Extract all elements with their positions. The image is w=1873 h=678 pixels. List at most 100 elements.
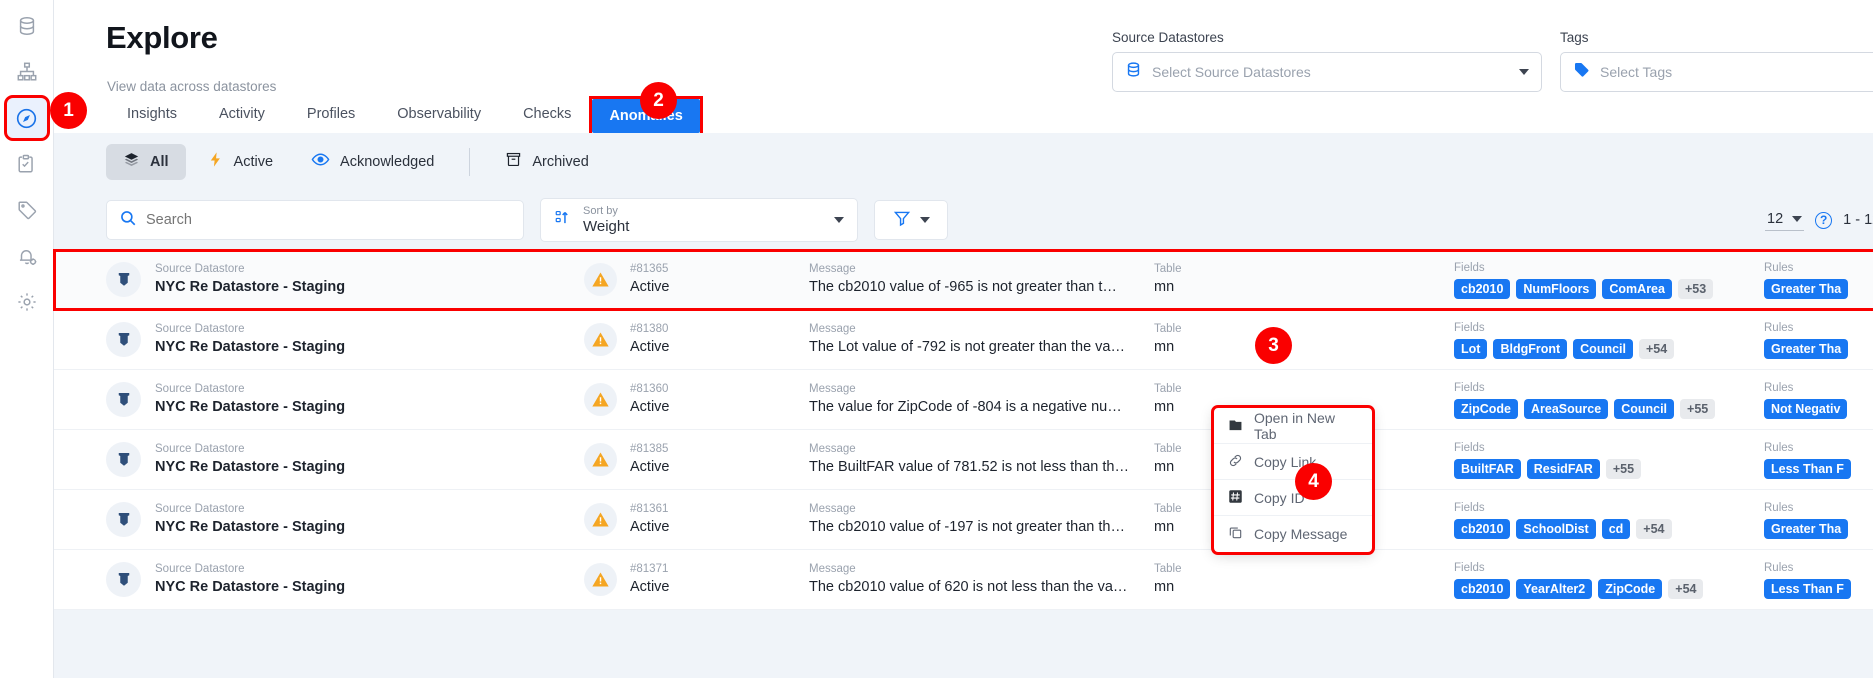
- table-row[interactable]: Source Datastore NYC Re Datastore - Stag…: [54, 310, 1873, 370]
- rule-chips: Greater Tha: [1764, 338, 1872, 359]
- rule-chip[interactable]: Greater Tha: [1764, 278, 1849, 299]
- archive-icon: [505, 151, 522, 172]
- field-chip[interactable]: Lot: [1454, 338, 1488, 359]
- field-chip[interactable]: YearAlter2: [1516, 578, 1593, 599]
- table-row[interactable]: Source Datastore NYC Re Datastore - Stag…: [54, 370, 1873, 430]
- row-datastore-value: NYC Re Datastore - Staging: [155, 279, 346, 296]
- field-chip-more[interactable]: +55: [1605, 458, 1642, 479]
- context-open-in-new-tab[interactable]: Open in New Tab: [1214, 408, 1372, 444]
- field-chip[interactable]: AreaSource: [1524, 398, 1609, 419]
- sidebar-item-datastores[interactable]: [7, 6, 47, 46]
- context-copy-id[interactable]: Copy ID: [1214, 480, 1372, 516]
- search-input[interactable]: [146, 212, 511, 228]
- row-datastore-value: NYC Re Datastore - Staging: [155, 339, 346, 356]
- sort-by-select[interactable]: Sort by Weight: [540, 198, 858, 242]
- sort-by-text: Sort by Weight: [583, 205, 823, 235]
- search-icon: [119, 209, 137, 232]
- filter-archived-label: Archived: [532, 153, 589, 170]
- field-chip-more[interactable]: +55: [1680, 398, 1716, 419]
- chevron-down-icon[interactable]: [834, 217, 844, 223]
- col-label-table: Table: [1154, 563, 1182, 576]
- page-size-value: 12: [1767, 211, 1784, 227]
- tab-observability[interactable]: Observability: [376, 95, 502, 133]
- field-chip[interactable]: BldgFront: [1493, 338, 1568, 359]
- field-chip-more[interactable]: +54: [1639, 338, 1675, 359]
- table-row[interactable]: Source Datastore NYC Re Datastore - Stag…: [54, 430, 1873, 490]
- filter-active[interactable]: Active: [190, 144, 291, 180]
- field-chip[interactable]: ResidFAR: [1526, 458, 1600, 479]
- col-label-message: Message: [809, 383, 856, 396]
- field-chip[interactable]: BuiltFAR: [1454, 458, 1521, 479]
- col-label-rules: Rules: [1764, 502, 1794, 515]
- datastore-avatar: [106, 261, 141, 297]
- chevron-down-icon[interactable]: [919, 217, 930, 223]
- field-chip[interactable]: cd: [1601, 518, 1631, 539]
- field-chip[interactable]: ZipCode: [1598, 578, 1663, 599]
- chevron-down-icon[interactable]: [1519, 69, 1529, 75]
- chevron-down-icon[interactable]: [1792, 216, 1803, 222]
- sidebar-item-tags[interactable]: [7, 190, 47, 230]
- field-chip-more[interactable]: +54: [1668, 578, 1704, 599]
- sidebar-item-catalog[interactable]: [7, 144, 47, 184]
- rule-chip[interactable]: Less Than F: [1764, 578, 1851, 599]
- tab-checks[interactable]: Checks: [502, 95, 592, 133]
- sidebar-item-notifications[interactable]: [7, 236, 47, 276]
- context-copy-link[interactable]: Copy Link: [1214, 444, 1372, 480]
- col-label-message: Message: [809, 563, 856, 576]
- sidebar-item-explore[interactable]: [3, 95, 50, 141]
- warning-icon: [584, 442, 617, 476]
- col-label-datastore: Source Datastore: [155, 263, 245, 276]
- row-datastore-value: NYC Re Datastore - Staging: [155, 459, 346, 476]
- col-label-table: Table: [1154, 323, 1182, 336]
- field-chip[interactable]: ComArea: [1602, 278, 1672, 299]
- datastore-avatar: [106, 441, 141, 477]
- new-tab-icon: [1228, 417, 1243, 435]
- table-row[interactable]: Source Datastore NYC Re Datastore - Stag…: [53, 249, 1873, 311]
- field-chip-more[interactable]: +53: [1677, 278, 1714, 299]
- search-box[interactable]: [106, 200, 524, 240]
- filter-archived[interactable]: Archived: [488, 144, 605, 180]
- row-message-cell: Message The cb2010 value of 620 is not l…: [809, 561, 1154, 597]
- row-table-cell: Table mn: [1154, 561, 1454, 597]
- sidebar-item-settings[interactable]: [7, 282, 47, 322]
- col-label-message: Message: [809, 443, 856, 456]
- rule-chip[interactable]: Greater Tha: [1764, 338, 1849, 359]
- sidebar-item-lineage[interactable]: [7, 52, 47, 92]
- context-copy-message[interactable]: Copy Message: [1214, 516, 1372, 552]
- field-chip[interactable]: cb2010: [1454, 278, 1511, 299]
- field-chip[interactable]: SchoolDist: [1516, 518, 1596, 539]
- field-chip[interactable]: Council: [1614, 398, 1675, 419]
- field-chip[interactable]: cb2010: [1454, 518, 1511, 539]
- table-row[interactable]: Source Datastore NYC Re Datastore - Stag…: [54, 550, 1873, 610]
- filter-all[interactable]: All: [106, 143, 186, 180]
- row-fields-cell: Fields ZipCode AreaSource Council +55: [1454, 380, 1764, 419]
- tab-activity[interactable]: Activity: [198, 95, 286, 133]
- col-label-datastore: Source Datastore: [155, 323, 245, 336]
- rule-chips: Greater Tha: [1764, 518, 1872, 539]
- warning-icon: [584, 322, 617, 356]
- rule-chip[interactable]: Greater Tha: [1764, 518, 1849, 539]
- row-message-value: The cb2010 value of -197 is not greater …: [809, 519, 1125, 536]
- filter-acknowledged-label: Acknowledged: [340, 153, 435, 170]
- tab-insights[interactable]: Insights: [106, 95, 198, 133]
- field-chip[interactable]: ZipCode: [1454, 398, 1518, 419]
- field-chip[interactable]: Council: [1573, 338, 1633, 359]
- copy-icon: [1228, 525, 1243, 543]
- tags-select[interactable]: Select Tags: [1560, 52, 1873, 92]
- page-size-select[interactable]: 12: [1765, 209, 1805, 231]
- field-chip[interactable]: NumFloors: [1516, 278, 1597, 299]
- source-datastores-select[interactable]: Select Source Datastores: [1112, 52, 1542, 92]
- status-badge: Active: [630, 459, 670, 476]
- filter-button[interactable]: [874, 200, 948, 240]
- tab-profiles[interactable]: Profiles: [286, 95, 376, 133]
- question-icon[interactable]: ?: [1815, 211, 1833, 229]
- row-status-text: #81365 Active: [630, 261, 670, 297]
- rule-chip[interactable]: Less Than F: [1764, 458, 1851, 479]
- hash-icon: [1228, 489, 1243, 507]
- filter-acknowledged[interactable]: Acknowledged: [294, 144, 451, 180]
- rule-chip[interactable]: Not Negativ: [1764, 398, 1848, 419]
- field-chip[interactable]: cb2010: [1454, 578, 1511, 599]
- row-message-value: The BuiltFAR value of 781.52 is not less…: [809, 459, 1129, 476]
- table-row[interactable]: Source Datastore NYC Re Datastore - Stag…: [54, 490, 1873, 550]
- field-chip-more[interactable]: +54: [1636, 518, 1672, 539]
